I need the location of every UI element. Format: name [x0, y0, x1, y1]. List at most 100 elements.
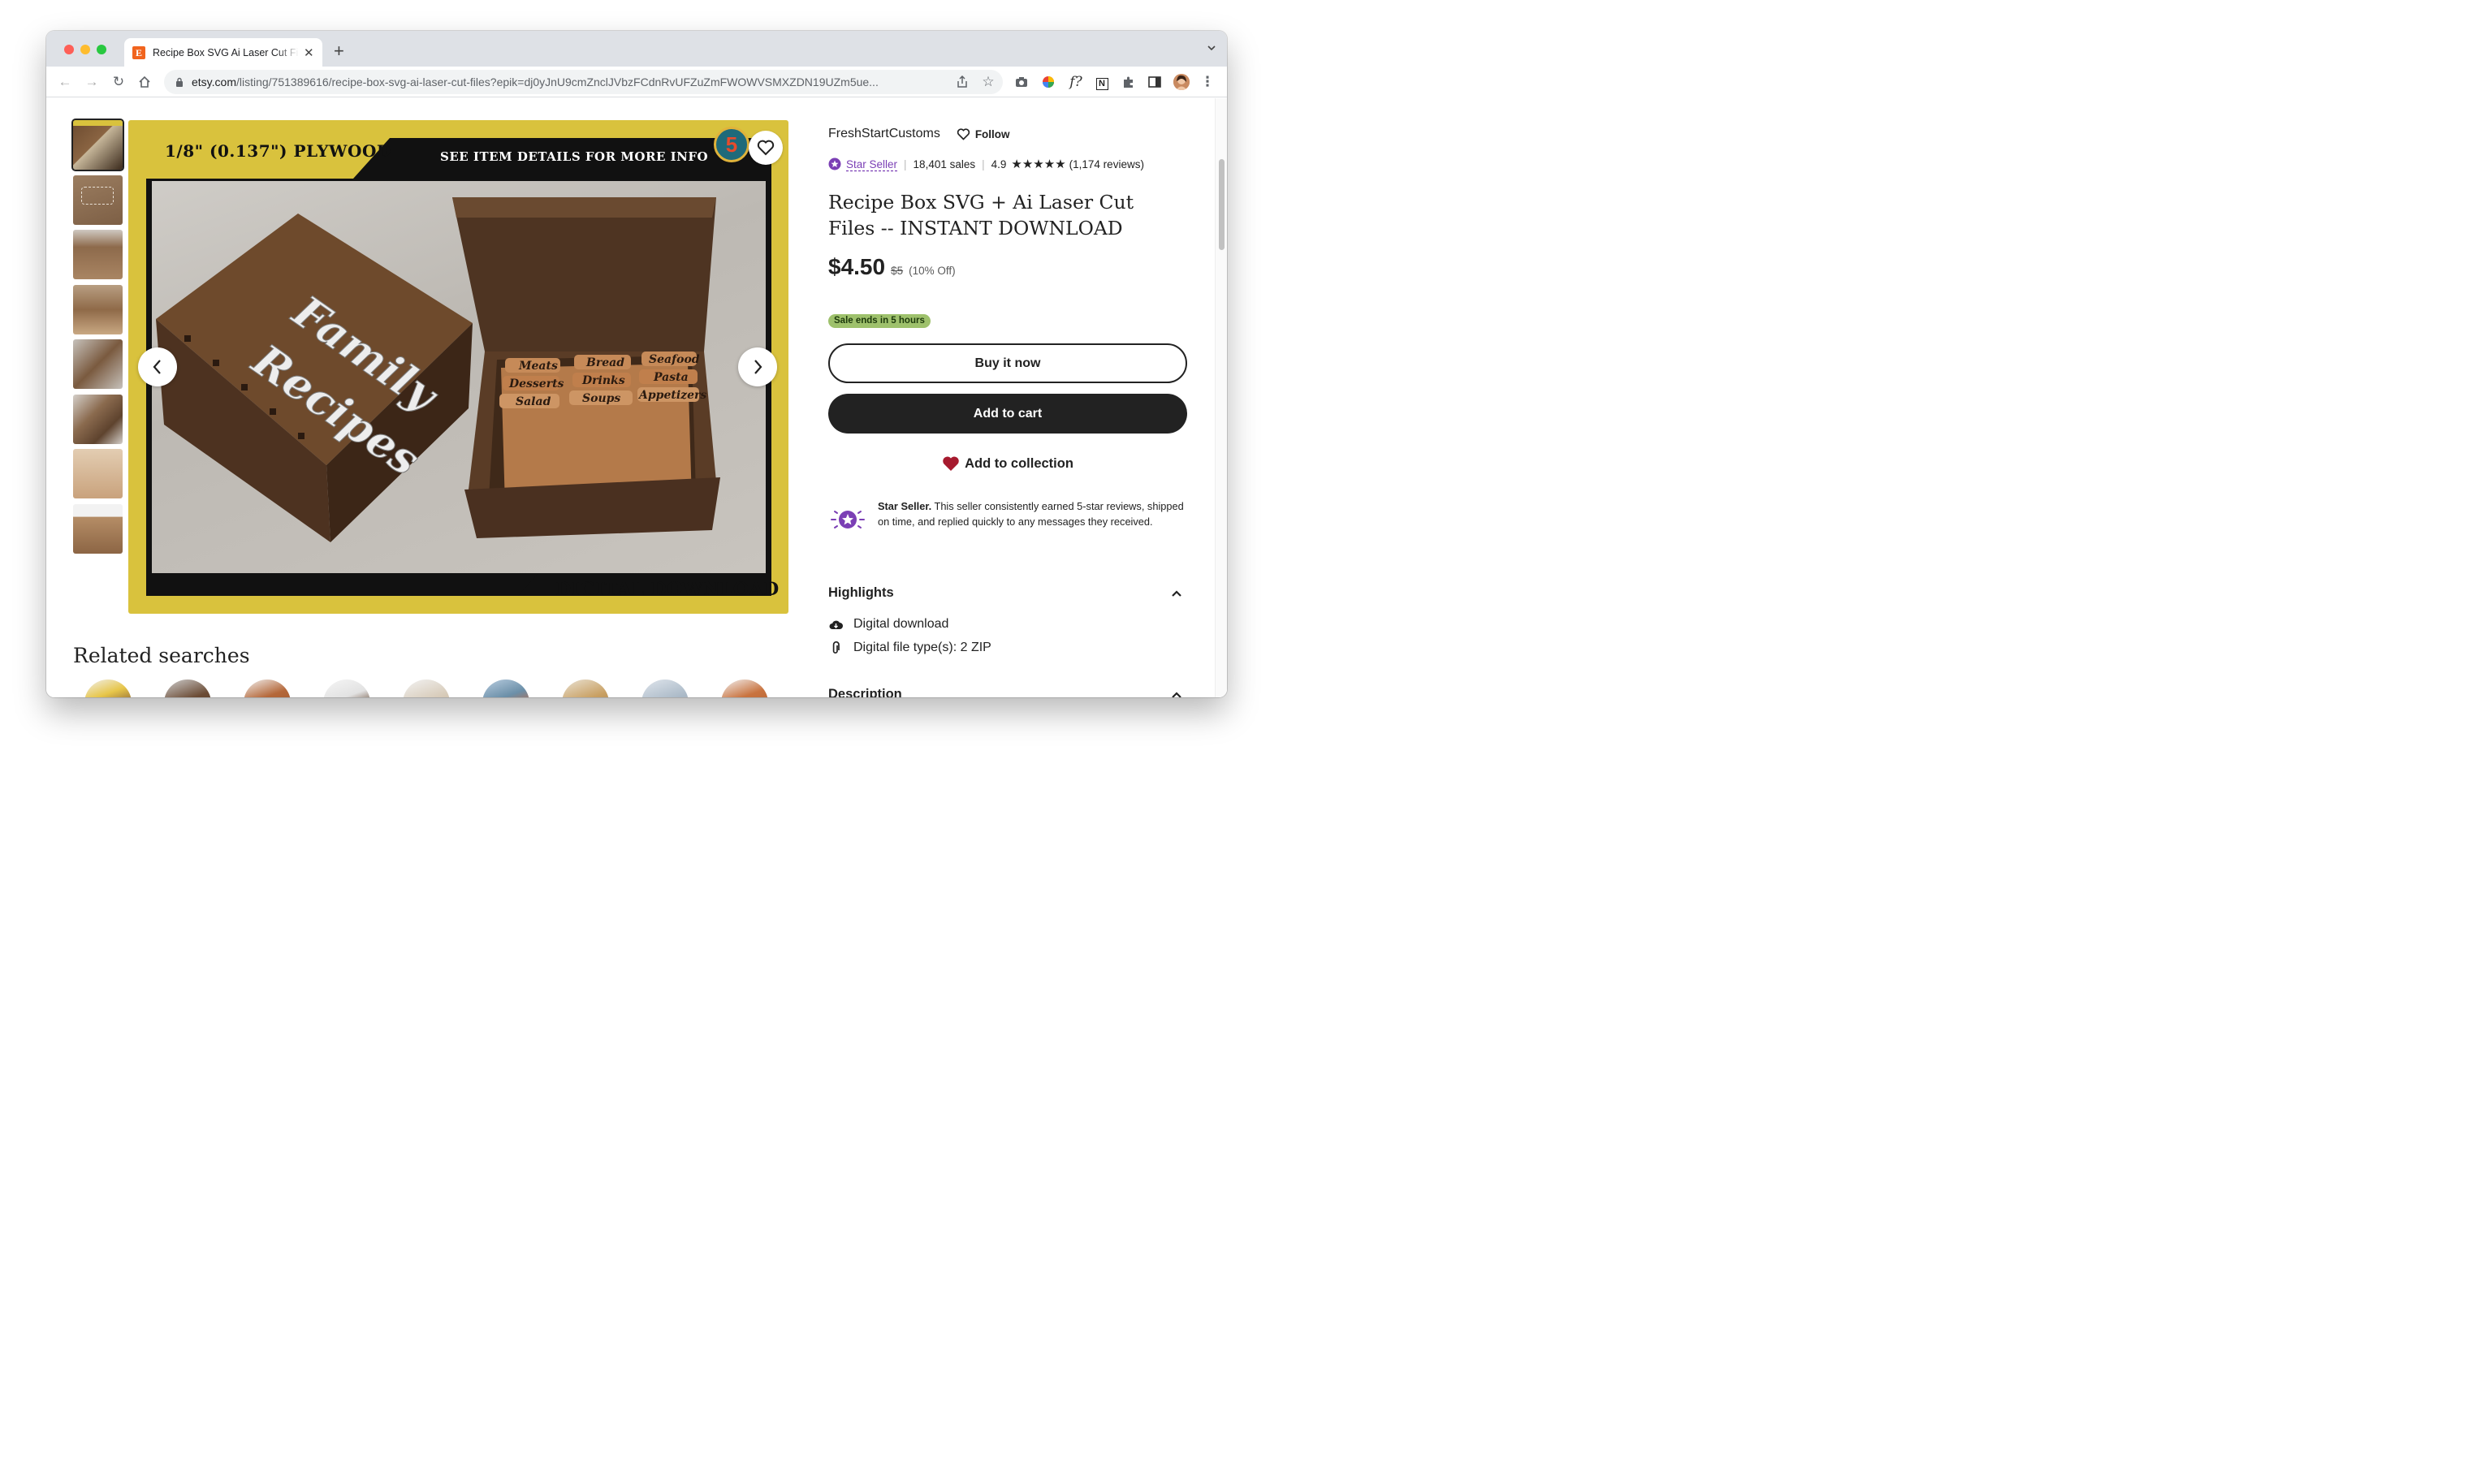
related-search-item[interactable]	[562, 679, 609, 697]
related-search-item[interactable]	[641, 679, 689, 697]
chevron-up-icon	[1172, 691, 1181, 697]
shop-name-link[interactable]: FreshStartCustoms	[828, 127, 940, 141]
highlight-item: Digital file type(s): 2 ZIP	[828, 641, 991, 655]
star-seller-link[interactable]: Star Seller	[846, 158, 897, 170]
extensions-puzzle-icon[interactable]	[1120, 73, 1138, 91]
related-search-item[interactable]	[164, 679, 211, 697]
etsy-favicon-icon: E	[132, 45, 145, 59]
chevron-right-icon	[754, 360, 762, 374]
heart-outline-icon	[957, 127, 970, 140]
scrollbar-thumb[interactable]	[1219, 159, 1225, 250]
heart-outline-icon	[757, 140, 775, 156]
listing-title: Recipe Box SVG + Ai Laser Cut Files -- I…	[828, 191, 1134, 239]
shop-stats-row: Star Seller | 18,401 sales | 4.9 ★★★★★ (…	[828, 157, 1144, 171]
related-searches-heading: Related searches	[73, 644, 250, 667]
thumbnail[interactable]	[73, 339, 123, 389]
divider-label: Bread	[585, 356, 624, 369]
divider-label: Drinks	[581, 374, 625, 387]
chevron-left-icon	[153, 360, 161, 374]
thumbnail[interactable]	[73, 230, 123, 279]
discount-label: (10% Off)	[909, 265, 956, 277]
description-toggle[interactable]: Description	[828, 687, 1187, 697]
banner-plywood-text: 1/8" (0.137") PLYWOOD	[165, 141, 391, 161]
divider-label: Seafood	[649, 353, 700, 366]
paperclip-icon	[828, 641, 843, 655]
sale-price: $4.50	[828, 254, 886, 279]
camera-extension-icon[interactable]	[1013, 73, 1030, 91]
divider-label: Meats	[518, 360, 558, 373]
thumbnail[interactable]	[73, 175, 123, 225]
description-heading: Description	[828, 687, 902, 697]
browser-window: E Recipe Box SVG Ai Laser Cut Files -- I…	[46, 31, 1227, 697]
rating-stars-icon: ★★★★★	[1011, 157, 1066, 171]
follow-button[interactable]: Follow	[957, 128, 1010, 140]
related-search-item[interactable]	[403, 679, 450, 697]
tab-bar: E Recipe Box SVG Ai Laser Cut Files -- I…	[46, 31, 1227, 67]
previous-image-button[interactable]	[138, 347, 177, 386]
buy-it-now-button[interactable]: Buy it now	[828, 343, 1187, 383]
highlight-text: Digital download	[853, 617, 949, 631]
font-extension-icon[interactable]: f?	[1067, 73, 1085, 91]
chevron-up-icon	[1172, 589, 1181, 597]
thumbnail[interactable]	[73, 394, 123, 444]
browser-menu-icon[interactable]: ⋮	[1199, 73, 1216, 91]
divider-label: Salad	[516, 395, 551, 408]
banner-digital-download-text: DIGITAL DOWNLOAD	[555, 579, 780, 600]
price-row: $4.50 $5 (10% Off)	[828, 254, 956, 280]
address-bar[interactable]: etsy.com/listing/751389616/recipe-box-sv…	[164, 70, 1003, 94]
new-tab-button[interactable]: +	[334, 41, 344, 62]
share-icon[interactable]	[953, 73, 971, 91]
shop-row: FreshStartCustoms Follow	[828, 127, 1010, 141]
maximize-window-button[interactable]	[97, 45, 106, 54]
close-tab-icon[interactable]: ✕	[304, 45, 314, 60]
side-panel-icon[interactable]	[1146, 73, 1164, 91]
thumbnail[interactable]	[73, 503, 123, 554]
thumbnail[interactable]	[71, 119, 124, 171]
forward-arrow-icon[interactable]: →	[83, 73, 101, 91]
home-icon[interactable]	[136, 73, 153, 91]
sales-count: 18,401 sales	[913, 157, 976, 170]
product-photo: Family Recipes Meats Bread Seafood Desse…	[152, 181, 766, 573]
favorite-button[interactable]	[749, 131, 783, 165]
star-seller-info: Star Seller. This seller consistently ea…	[828, 499, 1187, 536]
add-to-collection-label: Add to collection	[965, 455, 1073, 471]
back-arrow-icon[interactable]: ←	[56, 73, 74, 91]
divider-label: Soups	[582, 392, 620, 405]
highlights-heading: Highlights	[828, 585, 894, 600]
related-search-item[interactable]	[323, 679, 370, 697]
add-to-collection-button[interactable]: Add to collection	[828, 455, 1187, 472]
bookmark-star-icon[interactable]: ☆	[979, 73, 997, 91]
page-scrollbar[interactable]	[1215, 98, 1227, 697]
profile-avatar[interactable]	[1173, 74, 1190, 90]
thumbnail[interactable]	[73, 449, 123, 498]
highlights-toggle[interactable]: Highlights	[828, 585, 1187, 601]
url-text: etsy.com/listing/751389616/recipe-box-sv…	[192, 75, 879, 88]
color-picker-extension-icon[interactable]	[1039, 73, 1057, 91]
star-seller-burst-icon	[831, 511, 865, 528]
browser-toolbar: ← → ↻ etsy.com/listing/751389616/recipe-…	[46, 67, 1227, 97]
reviews-link[interactable]: (1,174 reviews)	[1069, 158, 1144, 170]
related-search-item[interactable]	[244, 679, 291, 697]
page-viewport: 1/8" (0.137") PLYWOOD SEE ITEM DETAILS F…	[46, 98, 1227, 697]
next-image-button[interactable]	[738, 347, 777, 386]
minimize-window-button[interactable]	[80, 45, 90, 54]
thumbnail[interactable]	[73, 284, 123, 334]
recipe-box-illustration: Family Recipes Meats Bread Seafood Desse…	[156, 197, 720, 542]
related-search-item[interactable]	[482, 679, 529, 697]
divider: |	[982, 157, 985, 170]
reload-icon[interactable]: ↻	[110, 73, 127, 91]
tab-title: Recipe Box SVG Ai Laser Cut Files -- INS…	[153, 46, 299, 58]
notion-extension-icon[interactable]: N	[1093, 73, 1111, 91]
browser-tab[interactable]: E Recipe Box SVG Ai Laser Cut Files -- I…	[124, 38, 322, 67]
listing-main-image[interactable]: 1/8" (0.137") PLYWOOD SEE ITEM DETAILS F…	[128, 120, 788, 614]
banner-details-text: SEE ITEM DETAILS FOR MORE INFO	[440, 149, 709, 164]
divider-label: Desserts	[508, 377, 564, 390]
close-window-button[interactable]	[64, 45, 74, 54]
rating-value: 4.9	[991, 157, 1007, 170]
related-search-item[interactable]	[84, 679, 132, 697]
tab-search-chevron-icon[interactable]	[1207, 44, 1216, 52]
add-to-cart-button[interactable]: Add to cart	[828, 394, 1187, 434]
divider: |	[904, 157, 907, 170]
lock-icon	[176, 77, 183, 87]
related-search-item[interactable]	[721, 679, 768, 697]
